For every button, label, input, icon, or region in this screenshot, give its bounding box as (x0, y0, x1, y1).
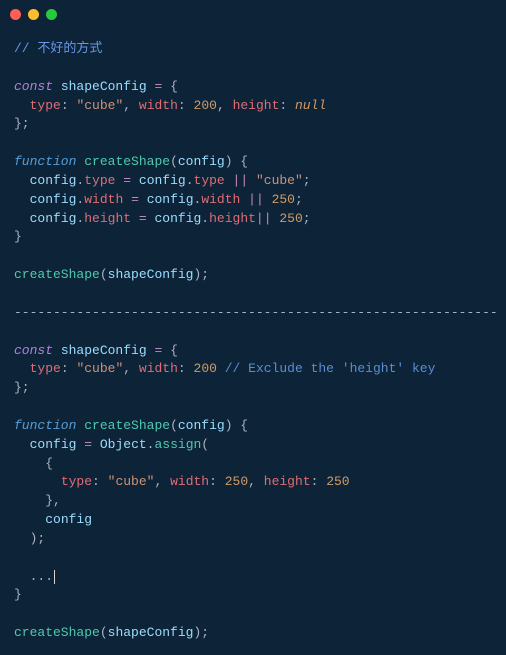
parameter: config (178, 154, 225, 169)
ellipsis: ... (30, 569, 53, 584)
parameter: config (178, 418, 225, 433)
keyword-function: function (14, 418, 76, 433)
operator-or: || (256, 211, 272, 226)
comment-inline: // Exclude the 'height' key (225, 361, 436, 376)
number-literal: 250 (279, 211, 302, 226)
number-literal: 200 (194, 361, 217, 376)
property-key: type (30, 98, 61, 113)
identifier: config (30, 173, 77, 188)
keyword-function: function (14, 154, 76, 169)
keyword-const: const (14, 79, 53, 94)
method-name: assign (154, 437, 201, 452)
string-literal: "cube" (256, 173, 303, 188)
argument: shapeConfig (108, 267, 194, 282)
property: type (194, 173, 225, 188)
function-call: createShape (14, 267, 100, 282)
argument: config (45, 512, 92, 527)
identifier: shapeConfig (61, 79, 147, 94)
brace: }; (14, 116, 30, 131)
property-key: width (170, 474, 209, 489)
property-key: height (233, 98, 280, 113)
identifier: shapeConfig (61, 343, 147, 358)
comment-line: // 不好的方式 (14, 41, 102, 56)
property: width (84, 192, 123, 207)
identifier: config (30, 211, 77, 226)
operator-or: || (248, 192, 264, 207)
function-name: createShape (84, 154, 170, 169)
brace: { (170, 79, 178, 94)
code-editor[interactable]: // 不好的方式 const shapeConfig = { type: "cu… (0, 28, 506, 655)
keyword-const: const (14, 343, 53, 358)
property-key: type (61, 474, 92, 489)
property: width (201, 192, 240, 207)
property-key: width (139, 98, 178, 113)
operator-or: || (233, 173, 249, 188)
close-icon[interactable] (10, 9, 21, 20)
identifier: config (30, 192, 77, 207)
string-literal: "cube" (108, 474, 155, 489)
argument: shapeConfig (108, 625, 194, 640)
number-literal: 250 (326, 474, 349, 489)
property-key: width (139, 361, 178, 376)
function-call: createShape (14, 625, 100, 640)
maximize-icon[interactable] (46, 9, 57, 20)
string-literal: "cube" (76, 361, 123, 376)
property: type (84, 173, 115, 188)
property: height (209, 211, 256, 226)
property-key: height (264, 474, 311, 489)
text-cursor-icon (54, 570, 55, 584)
identifier: config (30, 437, 77, 452)
operator: = (154, 79, 162, 94)
function-name: createShape (84, 418, 170, 433)
null-literal: null (295, 98, 326, 113)
number-literal: 200 (194, 98, 217, 113)
window-titlebar (0, 0, 506, 28)
identifier: config (147, 192, 194, 207)
object-global: Object (100, 437, 147, 452)
property-key: type (30, 361, 61, 376)
minimize-icon[interactable] (28, 9, 39, 20)
string-literal: "cube" (76, 98, 123, 113)
divider-line: ----------------------------------------… (14, 305, 498, 320)
identifier: config (154, 211, 201, 226)
property: height (84, 211, 131, 226)
number-literal: 250 (272, 192, 295, 207)
identifier: config (139, 173, 186, 188)
number-literal: 250 (225, 474, 248, 489)
